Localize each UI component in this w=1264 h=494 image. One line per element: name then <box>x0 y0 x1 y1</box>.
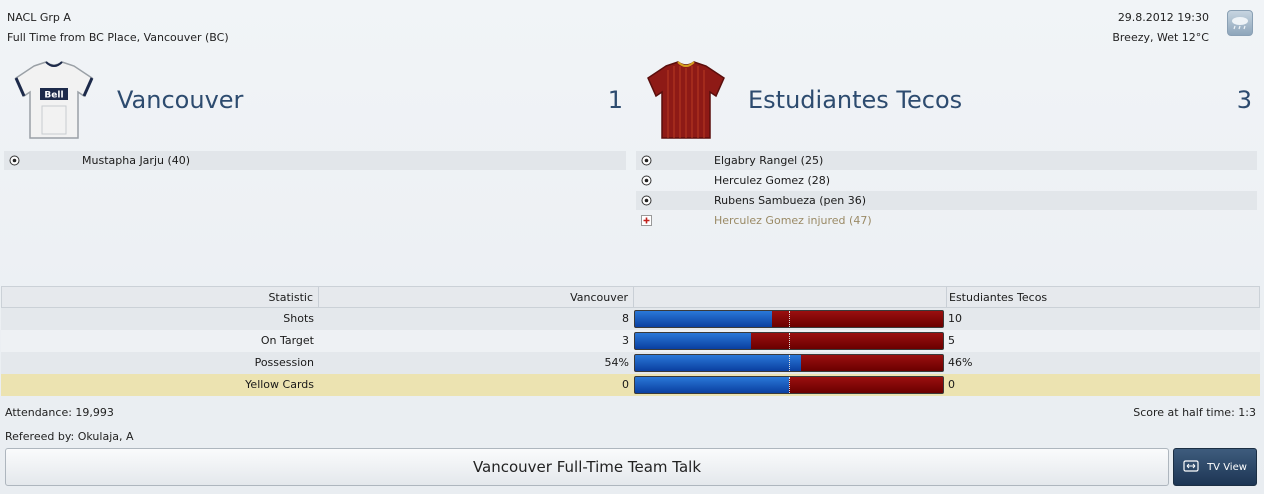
stat-home-value: 3 <box>622 334 629 347</box>
event-text[interactable]: Herculez Gomez (28) <box>714 174 830 187</box>
venue-label: Full Time from BC Place, Vancouver (BC) <box>7 31 229 44</box>
ball-icon <box>641 175 652 186</box>
away-team-name[interactable]: Estudiantes Tecos <box>748 86 962 114</box>
team-talk-button[interactable]: Vancouver Full-Time Team Talk <box>5 448 1169 486</box>
stat-home-share <box>635 355 802 371</box>
stat-label: Possession <box>254 356 314 369</box>
stat-away-value: 10 <box>948 312 962 325</box>
event-text[interactable]: Herculez Gomez injured (47) <box>714 214 872 227</box>
competition-label: NACL Grp A <box>7 11 71 24</box>
tv-icon <box>1183 459 1199 475</box>
home-score: 1 <box>607 86 623 114</box>
match-datetime: 29.8.2012 19:30 <box>1117 11 1209 24</box>
stat-comparison-bar <box>634 332 944 350</box>
stat-home-share <box>635 377 789 393</box>
stat-comparison-bar <box>634 354 944 372</box>
tv-view-label: TV View <box>1207 461 1247 473</box>
event-text[interactable]: Rubens Sambueza (pen 36) <box>714 194 866 207</box>
half-time-score: Score at half time: 1:3 <box>1133 406 1256 419</box>
away-event-row: Rubens Sambueza (pen 36) <box>636 191 1257 210</box>
stat-away-value: 46% <box>948 356 973 369</box>
stat-comparison-bar <box>634 376 944 394</box>
stats-row-possession: Possession 54% 46% <box>1 352 1260 374</box>
stats-row-shots: Shots 8 10 <box>1 308 1260 330</box>
stat-away-value: 5 <box>948 334 955 347</box>
stats-header-home[interactable]: Vancouver <box>570 291 628 304</box>
home-kit-icon: Bell <box>12 60 96 142</box>
stat-home-share <box>635 333 751 349</box>
event-text[interactable]: Elgabry Rangel (25) <box>714 154 823 167</box>
tv-view-button[interactable]: TV View <box>1173 448 1257 486</box>
away-kit-icon <box>644 60 728 142</box>
stat-home-value: 8 <box>622 312 629 325</box>
stats-header-row: Statistic Vancouver Estudiantes Tecos <box>1 286 1260 308</box>
injury-cross-icon <box>641 215 652 226</box>
away-event-row: Herculez Gomez (28) <box>636 171 1257 190</box>
away-event-row: Herculez Gomez injured (47) <box>636 211 1257 230</box>
away-score: 3 <box>1236 86 1252 114</box>
away-event-row: Elgabry Rangel (25) <box>636 151 1257 170</box>
stat-label: On Target <box>260 334 314 347</box>
ball-icon <box>641 195 652 206</box>
stat-home-share <box>635 311 772 327</box>
stat-comparison-bar <box>634 310 944 328</box>
stat-away-value: 0 <box>948 378 955 391</box>
stat-label: Yellow Cards <box>245 378 314 391</box>
stat-home-value: 0 <box>622 378 629 391</box>
ball-icon <box>9 155 20 166</box>
svg-text:Bell: Bell <box>44 91 63 101</box>
stats-header-statistic[interactable]: Statistic <box>268 291 313 304</box>
stat-home-value: 54% <box>604 356 629 369</box>
referee-label[interactable]: Refereed by: Okulaja, A <box>5 430 134 443</box>
stats-row-yellow-cards: Yellow Cards 0 0 <box>1 374 1260 396</box>
home-event-row: Mustapha Jarju (40) <box>4 151 626 170</box>
ball-icon <box>641 155 652 166</box>
event-text[interactable]: Mustapha Jarju (40) <box>82 154 190 167</box>
attendance-label: Attendance: 19,993 <box>5 406 114 419</box>
stats-row-on-target: On Target 3 5 <box>1 330 1260 352</box>
rain-cloud-icon <box>1227 10 1253 36</box>
weather-label: Breezy, Wet 12°C <box>1112 31 1209 44</box>
stat-label: Shots <box>283 312 314 325</box>
team-talk-label: Vancouver Full-Time Team Talk <box>472 458 702 476</box>
home-team-name[interactable]: Vancouver <box>117 86 243 114</box>
stats-header-away[interactable]: Estudiantes Tecos <box>949 291 1047 304</box>
